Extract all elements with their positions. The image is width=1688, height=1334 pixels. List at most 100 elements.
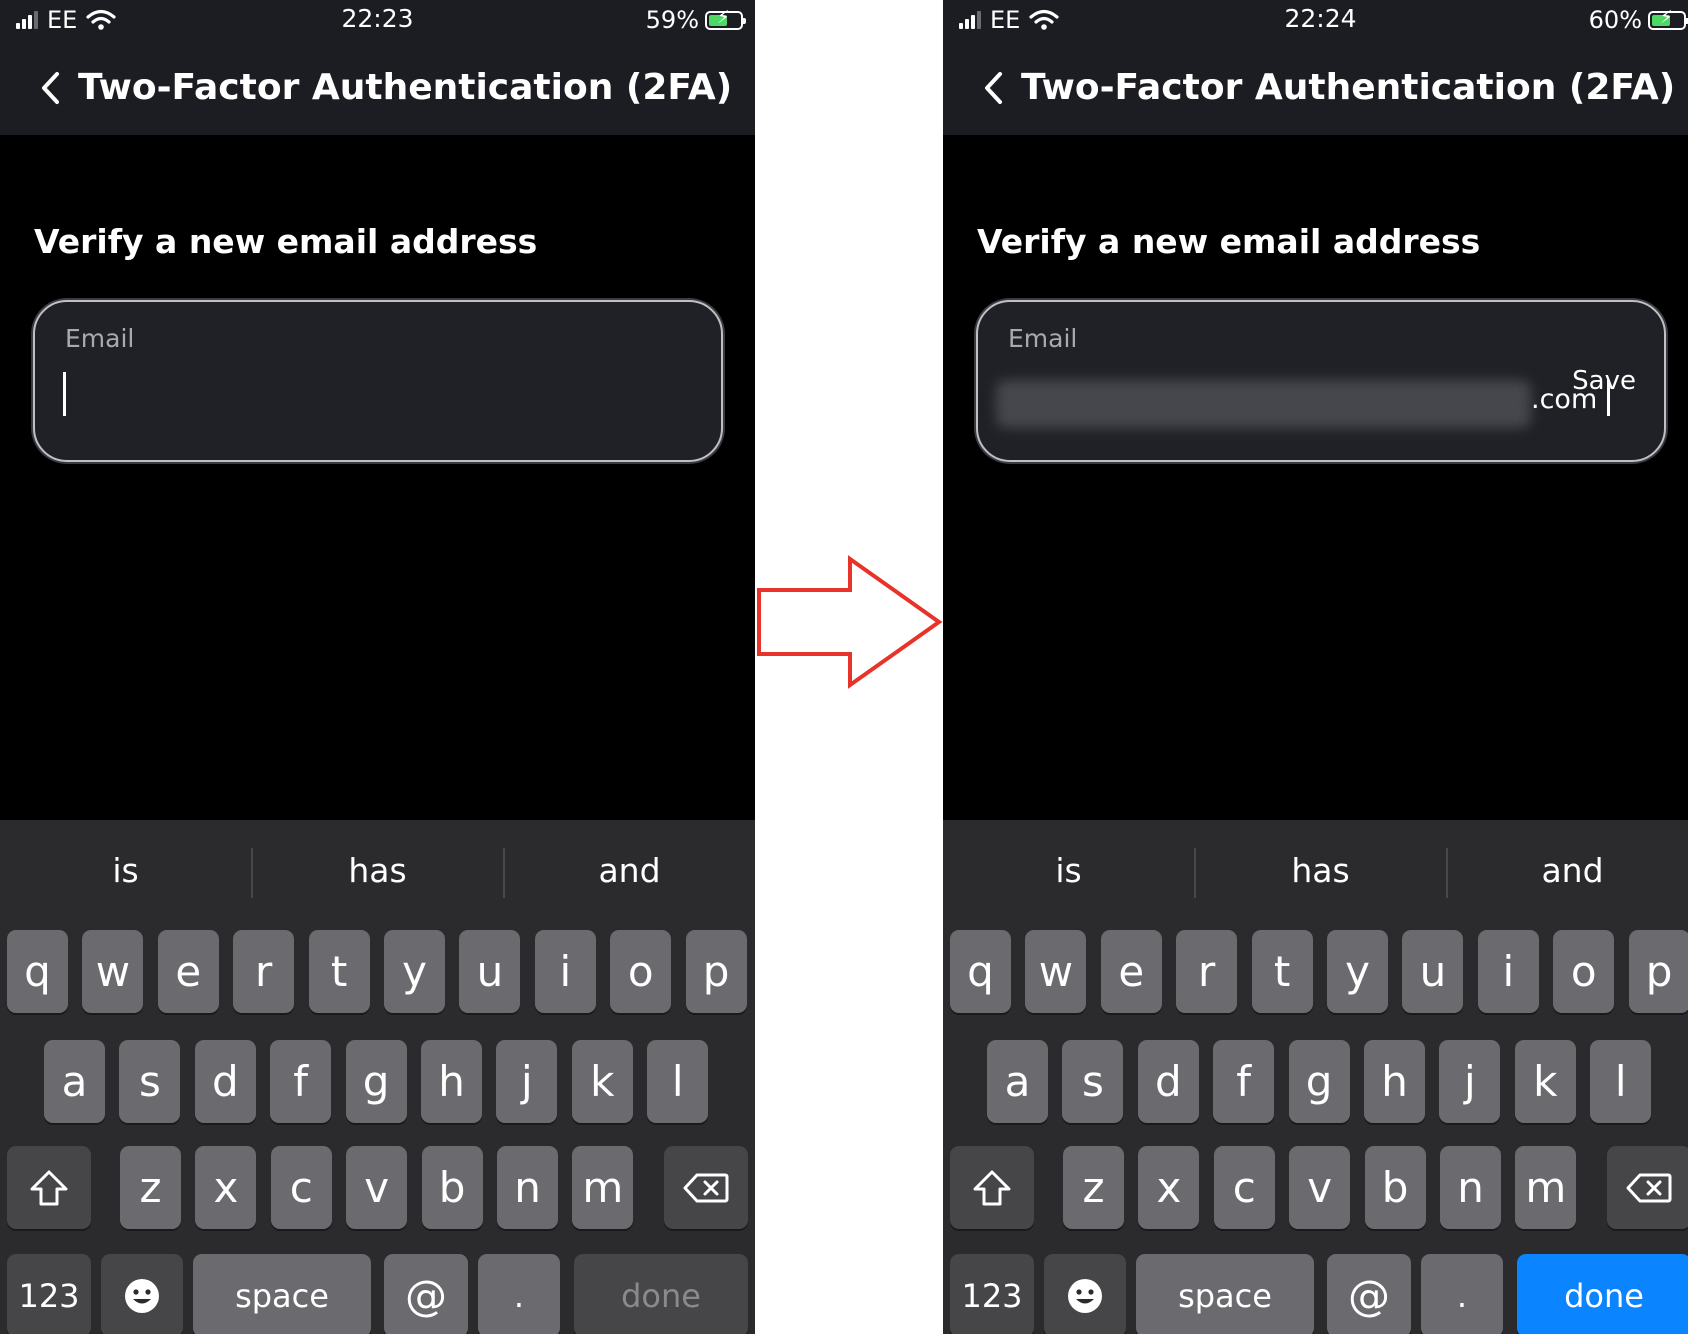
text-cursor (63, 372, 66, 416)
key-j[interactable]: j (496, 1040, 558, 1123)
email-field[interactable]: Email (33, 300, 723, 462)
emoji-face-icon (1068, 1278, 1102, 1313)
key-c[interactable]: c (1213, 1146, 1275, 1229)
key-k[interactable]: k (1514, 1040, 1576, 1123)
suggestion-2[interactable]: has (1195, 820, 1446, 920)
suggestion-3[interactable]: and (1447, 820, 1688, 920)
status-bar: EE 22:23 59% ⚡ (0, 0, 755, 40)
key-w[interactable]: w (1025, 930, 1087, 1013)
key-c[interactable]: c (270, 1146, 332, 1229)
key-m[interactable]: m (1515, 1146, 1577, 1229)
key-q[interactable]: q (7, 930, 68, 1013)
key-i[interactable]: i (534, 930, 596, 1013)
key-x[interactable]: x (1138, 1146, 1200, 1229)
email-field-label: Email (65, 324, 135, 353)
key-f[interactable]: f (1213, 1040, 1275, 1123)
numbers-key[interactable]: 123 (950, 1254, 1034, 1334)
key-p[interactable]: p (1628, 930, 1688, 1013)
key-l[interactable]: l (1590, 1040, 1652, 1123)
navigation-bar: Two-Factor Authentication (2FA) (943, 40, 1688, 135)
suggestion-2[interactable]: has (252, 820, 503, 920)
key-q[interactable]: q (950, 930, 1011, 1013)
battery-percent: 60% (1588, 6, 1642, 34)
done-button[interactable]: done (1517, 1254, 1688, 1334)
shift-arrow-icon (30, 1170, 68, 1205)
key-g[interactable]: g (345, 1040, 407, 1123)
at-key[interactable]: @ (384, 1254, 468, 1334)
back-chevron-icon[interactable] (30, 68, 70, 108)
key-o[interactable]: o (610, 930, 672, 1013)
key-e[interactable]: e (157, 930, 219, 1013)
email-field-label: Email (1008, 324, 1078, 353)
shift-key[interactable] (950, 1146, 1034, 1229)
key-u[interactable]: u (1402, 930, 1464, 1013)
key-y[interactable]: y (1327, 930, 1388, 1013)
key-f[interactable]: f (270, 1040, 332, 1123)
key-v[interactable]: v (1289, 1146, 1351, 1229)
key-t[interactable]: t (1251, 930, 1313, 1013)
key-z[interactable]: z (120, 1146, 181, 1229)
clock: 22:24 (1284, 4, 1357, 33)
key-h[interactable]: h (421, 1040, 482, 1123)
backspace-icon (683, 1173, 729, 1202)
key-r[interactable]: r (1176, 930, 1238, 1013)
back-chevron-icon[interactable] (973, 68, 1013, 108)
suggestion-3[interactable]: and (504, 820, 755, 920)
key-u[interactable]: u (459, 930, 521, 1013)
key-b[interactable]: b (1364, 1146, 1426, 1229)
on-screen-keyboard: is has and q w e r t y u i o p a s d f g h j k l z x c v b n m 123… (0, 820, 755, 1334)
numbers-key[interactable]: 123 (7, 1254, 91, 1334)
key-d[interactable]: d (1137, 1040, 1199, 1123)
page-title: Two-Factor Authentication (2FA) (1021, 67, 1676, 108)
key-s[interactable]: s (1062, 1040, 1124, 1123)
key-p[interactable]: p (685, 930, 747, 1013)
key-e[interactable]: e (1100, 930, 1162, 1013)
key-x[interactable]: x (195, 1146, 257, 1229)
key-z[interactable]: z (1063, 1146, 1124, 1229)
key-d[interactable]: d (194, 1040, 256, 1123)
key-m[interactable]: m (572, 1146, 634, 1229)
space-key[interactable]: space (193, 1254, 371, 1334)
key-o[interactable]: o (1553, 930, 1615, 1013)
navigation-bar: Two-Factor Authentication (2FA) (0, 40, 755, 135)
emoji-key[interactable] (101, 1254, 183, 1334)
key-s[interactable]: s (119, 1040, 181, 1123)
key-l[interactable]: l (647, 1040, 709, 1123)
predictive-suggestions: is has and (0, 820, 755, 920)
key-b[interactable]: b (421, 1146, 483, 1229)
key-a[interactable]: a (987, 1040, 1048, 1123)
done-button[interactable]: done (574, 1254, 748, 1334)
key-y[interactable]: y (384, 930, 445, 1013)
key-v[interactable]: v (346, 1146, 408, 1229)
shift-key[interactable] (7, 1146, 91, 1229)
emoji-face-icon (125, 1278, 159, 1313)
email-field[interactable]: Email .com Save (976, 300, 1666, 462)
period-key[interactable]: . (478, 1254, 560, 1334)
on-screen-keyboard: is has and q w e r t y u i o p a s d f g h j k l z x c v b n m 123… (943, 820, 1688, 1334)
key-r[interactable]: r (233, 930, 295, 1013)
save-button[interactable]: Save (1572, 366, 1636, 396)
period-key[interactable]: . (1421, 1254, 1503, 1334)
delete-key[interactable] (664, 1146, 748, 1229)
emoji-key[interactable] (1044, 1254, 1126, 1334)
key-g[interactable]: g (1288, 1040, 1350, 1123)
suggestion-1[interactable]: is (0, 820, 251, 920)
key-k[interactable]: k (571, 1040, 633, 1123)
redacted-email-value (996, 380, 1531, 428)
key-n[interactable]: n (497, 1146, 558, 1229)
key-j[interactable]: j (1439, 1040, 1501, 1123)
key-n[interactable]: n (1440, 1146, 1501, 1229)
key-t[interactable]: t (308, 930, 370, 1013)
phone-screen-before: EE 22:23 59% ⚡ Two-Factor Authentication… (0, 0, 755, 1334)
phone-screen-after: EE 22:24 60% ⚡ Two-Factor Authentication… (943, 0, 1688, 1334)
at-key[interactable]: @ (1327, 1254, 1411, 1334)
clock: 22:23 (341, 4, 414, 33)
space-key[interactable]: space (1136, 1254, 1314, 1334)
key-i[interactable]: i (1477, 930, 1539, 1013)
key-h[interactable]: h (1364, 1040, 1425, 1123)
backspace-icon (1626, 1173, 1672, 1202)
suggestion-1[interactable]: is (943, 820, 1194, 920)
key-a[interactable]: a (44, 1040, 105, 1123)
key-w[interactable]: w (82, 930, 144, 1013)
delete-key[interactable] (1607, 1146, 1688, 1229)
